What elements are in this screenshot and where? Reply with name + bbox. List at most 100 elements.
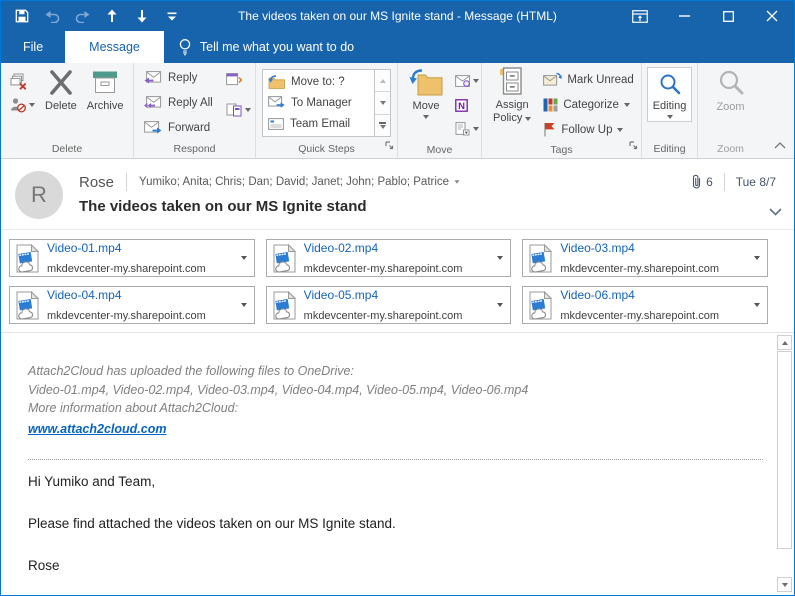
redo-icon [75, 10, 90, 23]
attachment-source: mkdevcenter-my.sharepoint.com [303, 263, 463, 275]
message-body[interactable]: Attach2Cloud has uploaded the following … [1, 333, 775, 595]
attachment-tile[interactable]: Video-03.mp4 mkdevcenter-my.sharepoint.co… [522, 239, 768, 277]
attachment-count[interactable]: 6 [691, 174, 713, 190]
forward-icon [144, 120, 162, 135]
attachment-dropdown-button[interactable] [750, 256, 764, 260]
junk-button[interactable] [7, 93, 38, 117]
recipients-list[interactable]: Yumiko; Anita; Chris; Dan; David; Janet;… [139, 176, 460, 188]
delete-button[interactable]: Delete [40, 67, 82, 113]
attach2cloud-notice: Attach2Cloud has uploaded the following … [28, 363, 765, 438]
categorize-button[interactable]: Categorize [540, 92, 636, 117]
close-button[interactable] [750, 1, 794, 31]
group-label-move: Move [426, 143, 453, 156]
sender-name[interactable]: Rose [79, 174, 114, 191]
mark-unread-button[interactable]: Mark Unread [540, 67, 636, 92]
quick-step-to-manager[interactable]: To Manager [268, 93, 366, 113]
meeting-button[interactable] [223, 70, 254, 88]
redo-button[interactable] [67, 1, 97, 31]
attachment-tile[interactable]: Video-02.mp4 mkdevcenter-my.sharepoint.co… [265, 239, 512, 277]
attachment-dropdown-button[interactable] [237, 303, 251, 307]
video-file-icon [16, 243, 39, 273]
quick-steps-scroll-up[interactable] [375, 70, 390, 92]
close-icon [766, 10, 778, 22]
sender-avatar[interactable]: R [15, 171, 63, 219]
zoom-magnifier-icon [716, 69, 746, 97]
attachment-name: Video-02.mp4 [303, 241, 379, 256]
ribbon-display-options-button[interactable] [618, 1, 662, 31]
scrollbar-thumb[interactable] [777, 351, 792, 549]
quick-step-team-email[interactable]: Team Email [268, 114, 366, 134]
attachment-dropdown-button[interactable] [237, 256, 251, 260]
attachment-tile[interactable]: Video-06.mp4 mkdevcenter-my.sharepoint.co… [522, 286, 768, 324]
quick-steps-more[interactable] [375, 113, 390, 136]
scroll-up-icon [379, 78, 386, 83]
im-button[interactable] [223, 101, 254, 119]
attachment-dropdown-button[interactable] [750, 303, 764, 307]
more-arrow-icon [379, 124, 386, 129]
move-dropdown-arrow-icon [423, 115, 429, 120]
body-scrollbar[interactable] [775, 333, 794, 595]
quick-steps-scroll-down[interactable] [375, 91, 390, 114]
ribbon-group-tags: Assign Policy Mark Unread Categorize Fol… [481, 63, 641, 158]
actions-button[interactable] [452, 117, 482, 141]
group-label-editing: Editing [653, 143, 686, 155]
attachment-dropdown-button[interactable] [493, 303, 507, 307]
message-line: Please find attached the videos taken on… [28, 516, 396, 531]
save-button[interactable] [7, 1, 37, 31]
ignore-button[interactable] [7, 69, 38, 93]
scrollbar-up-button[interactable] [777, 335, 792, 350]
reply-all-button[interactable]: Reply All [140, 90, 217, 115]
header-divider [126, 173, 128, 191]
move-button[interactable]: Move [404, 67, 448, 120]
move-down-icon [136, 9, 148, 23]
attachment-tile[interactable]: Video-01.mp4 mkdevcenter-my.sharepoint.co… [9, 239, 255, 277]
onenote-button[interactable]: N [452, 93, 482, 117]
assign-policy-button[interactable]: Assign Policy [488, 67, 536, 125]
customize-quick-access-button[interactable] [157, 1, 187, 31]
next-item-button[interactable] [127, 1, 157, 31]
more-info-label: More information about Attach2Cloud: [28, 401, 239, 415]
previous-item-button[interactable] [97, 1, 127, 31]
attachment-name: Video-06.mp4 [560, 288, 635, 303]
rules-button[interactable] [452, 69, 482, 93]
editing-button[interactable]: Editing [646, 67, 693, 123]
signature-line: Rose [28, 558, 60, 573]
minimize-button[interactable] [662, 1, 706, 31]
group-label-delete: Delete [51, 143, 83, 155]
attachment-tile[interactable]: Video-04.mp4 mkdevcenter-my.sharepoint.co… [9, 286, 255, 324]
actions-icon [455, 122, 470, 136]
categorize-dropdown-arrow-icon [623, 102, 630, 107]
scrollbar-track[interactable] [777, 351, 792, 576]
message-header: R Rose Yumiko; Anita; Chris; Dan; David;… [1, 159, 794, 229]
undo-button[interactable] [37, 1, 67, 31]
team-email-icon [268, 117, 284, 130]
tell-me-label: Tell me what you want to do [199, 40, 355, 54]
attach2cloud-link[interactable]: www.attach2cloud.com [28, 421, 166, 439]
collapse-header-chevron-icon[interactable] [769, 203, 782, 221]
rules-icon [455, 75, 470, 87]
tags-dialog-launcher[interactable] [629, 137, 638, 155]
meeting-icon [225, 72, 242, 86]
ribbon-display-options-icon [632, 9, 648, 23]
follow-up-button[interactable]: Follow Up [540, 117, 636, 142]
editing-search-icon [658, 72, 682, 96]
collapse-ribbon-button[interactable] [774, 136, 786, 154]
attachment-tile[interactable]: Video-05.mp4 mkdevcenter-my.sharepoint.co… [265, 286, 512, 324]
scrollbar-down-button[interactable] [777, 577, 792, 592]
quick-step-move-to[interactable]: Move to: ? [268, 72, 366, 92]
attachment-dropdown-button[interactable] [493, 256, 507, 260]
forward-button[interactable]: Forward [140, 115, 217, 140]
maximize-button[interactable] [706, 1, 750, 31]
tell-me-box[interactable]: Tell me what you want to do [164, 31, 368, 63]
tab-message[interactable]: Message [65, 31, 164, 63]
archive-button[interactable]: Archive [82, 67, 129, 113]
scrollbar-up-icon [781, 340, 788, 345]
reply-button[interactable]: Reply [140, 65, 217, 90]
customize-quick-access-icon [167, 12, 177, 21]
ribbon: Delete Archive Delete Reply Reply All Fo… [1, 63, 794, 159]
group-label-quick-steps: Quick Steps [298, 143, 355, 155]
attachment-dropdown-arrow-icon [240, 303, 247, 307]
tab-file[interactable]: File [1, 31, 65, 63]
ignore-icon [10, 73, 27, 90]
quick-steps-dialog-launcher[interactable] [385, 137, 394, 155]
